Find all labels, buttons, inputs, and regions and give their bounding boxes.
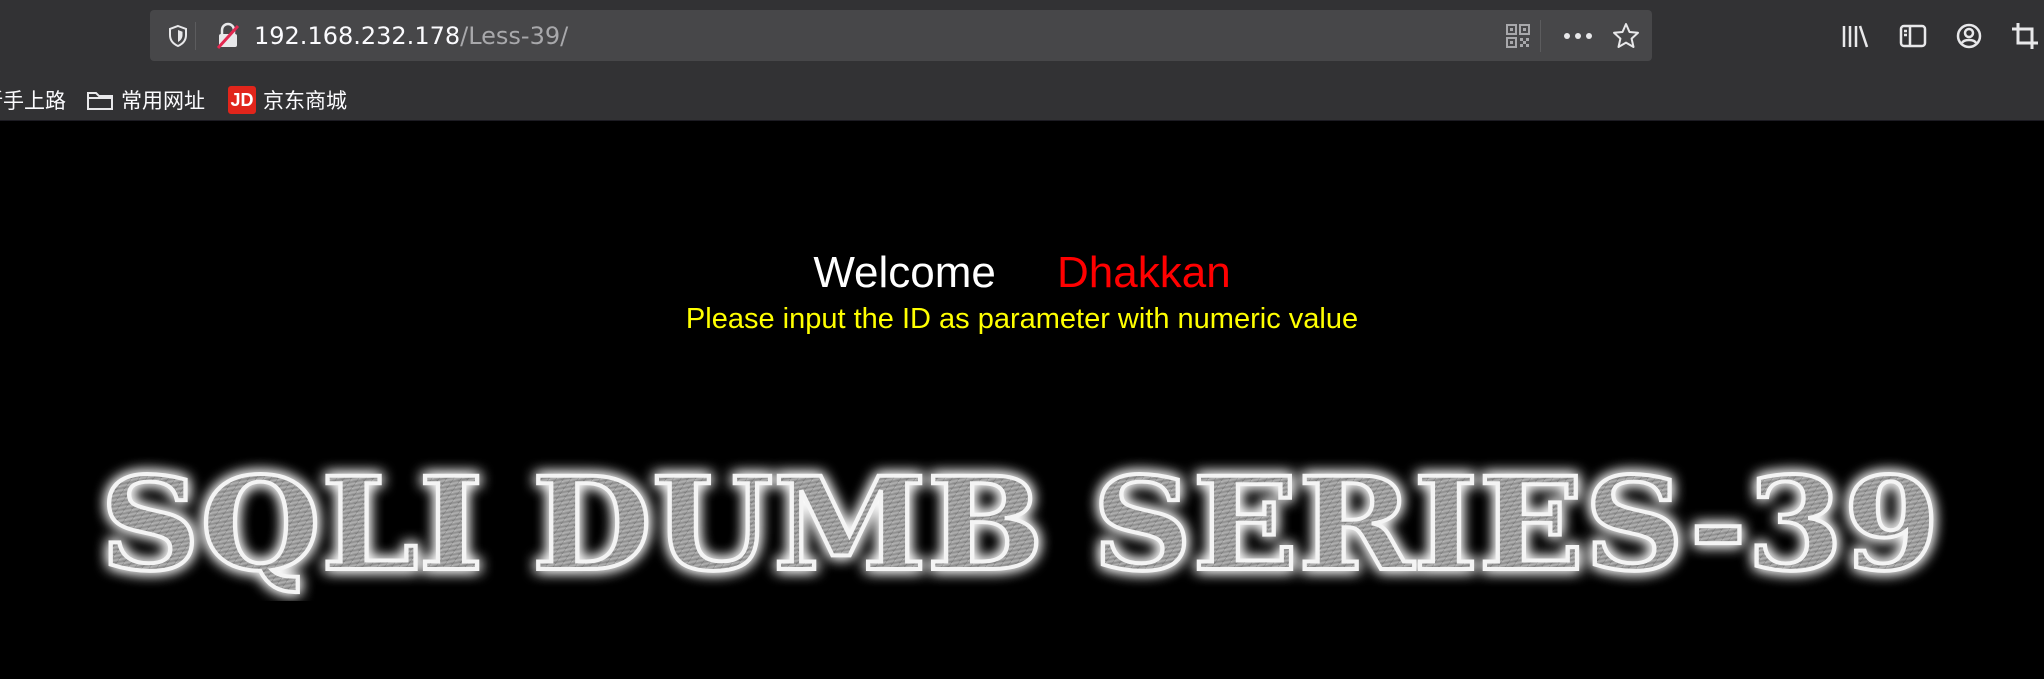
address-bar[interactable]: 192.168.232.178/Less-39/ bbox=[150, 10, 1652, 61]
page-content: Welcome Dhakkan Please input the ID as p… bbox=[0, 121, 2044, 679]
browser-toolbar: 192.168.232.178/Less-39/ bbox=[0, 0, 2044, 80]
shield-icon[interactable] bbox=[164, 22, 192, 50]
more-icon[interactable] bbox=[1561, 22, 1595, 50]
url-host: 192.168.232.178 bbox=[254, 22, 461, 50]
lock-insecure-icon[interactable] bbox=[213, 22, 243, 50]
bookmark-label: 新手上路 bbox=[0, 89, 66, 113]
bookmark-item-1[interactable]: 新手上路 bbox=[0, 80, 66, 120]
url-separator bbox=[1540, 20, 1541, 52]
instructions-label: Please input the ID as parameter with nu… bbox=[685, 303, 1359, 335]
banner-text: SQLI DUMB SERIES-39 bbox=[100, 451, 1940, 600]
url-text[interactable]: 192.168.232.178/Less-39/ bbox=[254, 21, 568, 51]
series-banner: SQLI DUMB SERIES-39 bbox=[70, 448, 1970, 602]
crop-icon[interactable] bbox=[2008, 19, 2042, 53]
banner-title-image: SQLI DUMB SERIES-39 bbox=[98, 448, 1942, 602]
library-icon[interactable] bbox=[1838, 19, 1872, 53]
star-icon[interactable] bbox=[1610, 22, 1642, 50]
folder-icon bbox=[86, 88, 114, 112]
welcome-text: Welcome bbox=[813, 248, 996, 297]
qr-code-icon[interactable] bbox=[1504, 22, 1532, 50]
bookmark-item-3[interactable]: JD 京东商城 bbox=[228, 80, 347, 120]
bookmark-label: 常用网址 bbox=[121, 89, 205, 113]
bookmark-item-2[interactable]: 常用网址 bbox=[86, 80, 205, 120]
account-icon[interactable] bbox=[1952, 19, 1986, 53]
jd-logo-icon: JD bbox=[228, 86, 256, 114]
bookmarks-toolbar: 新手上路 常用网址 JD 京东商城 bbox=[0, 80, 2044, 121]
bookmark-label: 京东商城 bbox=[263, 89, 347, 113]
sidebar-icon[interactable] bbox=[1896, 19, 1930, 53]
user-name: Dhakkan bbox=[1057, 248, 1231, 297]
welcome-heading: Welcome Dhakkan bbox=[0, 247, 2044, 299]
url-divider bbox=[195, 22, 196, 50]
url-path: /Less-39/ bbox=[460, 22, 569, 50]
instructions-text: Please input the ID as parameter with nu… bbox=[0, 301, 2044, 337]
